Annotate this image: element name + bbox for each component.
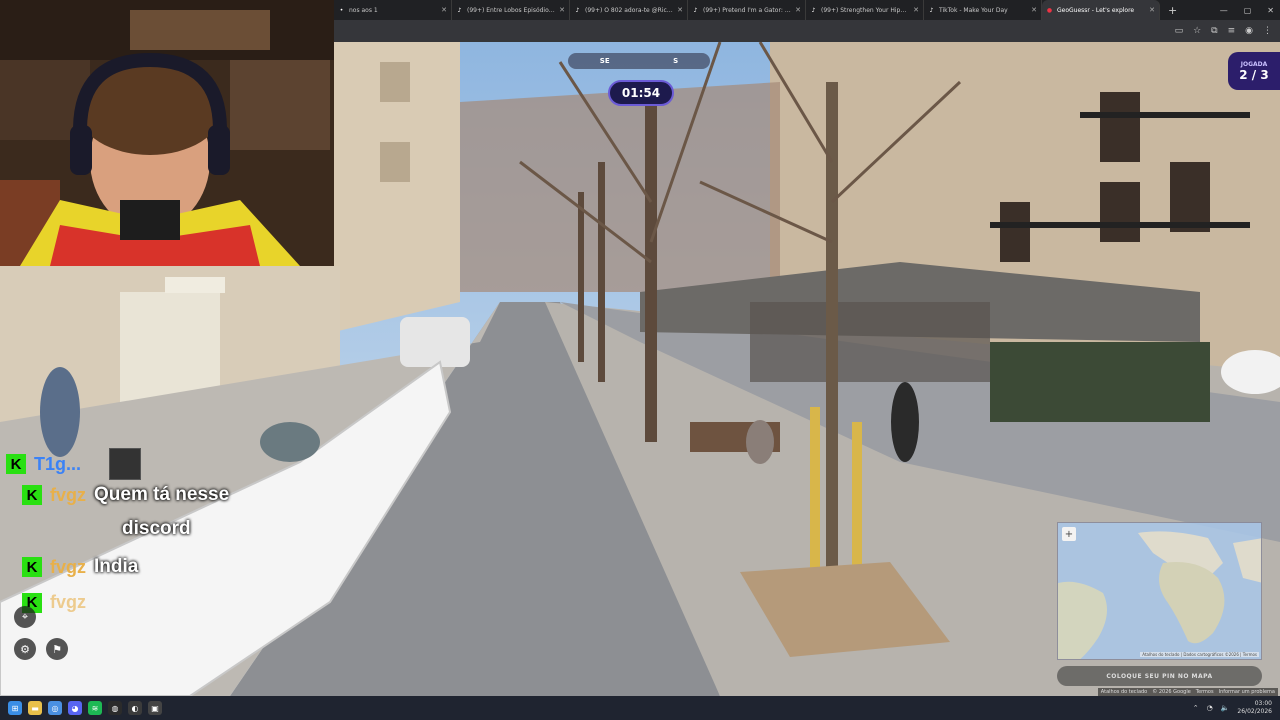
compass-bar: SE S: [568, 53, 710, 69]
close-tab-icon[interactable]: ✕: [677, 6, 683, 14]
browser-tab-active[interactable]: ● GeoGuessr - Let's explore ✕: [1042, 0, 1160, 20]
chat-text: Quem tá nesse: [94, 484, 230, 505]
guess-button[interactable]: COLOQUE SEU PIN NO MAPA: [1057, 666, 1262, 686]
legal-link[interactable]: Informar um problema: [1219, 689, 1275, 695]
chat-username: fvgz: [50, 484, 86, 505]
system-clock[interactable]: 03:00 26/02/2026: [1237, 700, 1272, 716]
browser-tab[interactable]: • nos aos 1 ✕: [334, 0, 452, 20]
browser-toolbar: ▭ ☆ ⧉ ≡ ◉ ⋮: [334, 20, 1280, 42]
close-tab-icon[interactable]: ✕: [559, 6, 565, 14]
close-tab-icon[interactable]: ✕: [1149, 6, 1155, 14]
close-tab-icon[interactable]: ✕: [795, 6, 801, 14]
chevron-up-icon[interactable]: ⌃: [1193, 704, 1199, 712]
round-counter: JOGADA 2 / 3: [1228, 52, 1280, 90]
geoguessr-icon: ●: [1046, 6, 1053, 14]
kick-badge-icon: K: [22, 485, 42, 505]
minimize-icon[interactable]: —: [1220, 6, 1228, 15]
tab-title: GeoGuessr - Let's explore: [1057, 6, 1135, 14]
legal-link[interactable]: Termos: [1196, 689, 1214, 695]
maximize-icon[interactable]: ▢: [1244, 6, 1252, 15]
volume-icon[interactable]: 🔈: [1221, 704, 1230, 712]
tiktok-icon: ♪: [693, 6, 698, 14]
taskbar-apps: ⊞ ▬ ◎ ◕ ≋ ◍ ◐ ▣: [0, 701, 162, 715]
cast-icon[interactable]: ▭: [1175, 26, 1184, 36]
browser-tab[interactable]: ♪ (99+) O 802 adora-te @RicFazer ✕: [570, 0, 688, 20]
round-timer: 01:54: [608, 80, 674, 106]
tiktok-icon: ♪: [811, 6, 816, 14]
legal-link: © 2026 Google: [1152, 689, 1191, 695]
network-icon[interactable]: ◔: [1207, 704, 1213, 712]
minimap-graphic: [1058, 523, 1261, 659]
tab-title: TikTok - Make Your Day: [939, 6, 1008, 14]
chat-message: K fvgz Quem tá nesse: [22, 484, 229, 506]
chat-text: India: [94, 556, 139, 577]
start-icon[interactable]: ⊞: [8, 701, 22, 715]
chrome-icon[interactable]: ◎: [48, 701, 62, 715]
menu-icon[interactable]: ⋮: [1263, 26, 1272, 36]
settings-gear-icon[interactable]: ⚙: [14, 638, 36, 660]
browser-tab[interactable]: ♪ (99+) Pretend I'm a Gator: Fun ✕: [688, 0, 806, 20]
media-icon[interactable]: ≡: [1228, 26, 1236, 36]
chat-message: discord: [122, 518, 191, 540]
tab-title: (99+) Entre Lobos Episódio 22: [467, 6, 556, 14]
chat-message: K T1g...: [6, 448, 142, 480]
compass-label: S: [673, 57, 679, 65]
flag-icon[interactable]: ⚑: [46, 638, 68, 660]
app-icon[interactable]: ▣: [148, 701, 162, 715]
map-zoom-in-button[interactable]: +: [1062, 527, 1076, 541]
close-tab-icon[interactable]: ✕: [441, 6, 447, 14]
tiktok-icon: ♪: [457, 6, 462, 14]
browser-tab[interactable]: ♪ TikTok - Make Your Day ✕: [924, 0, 1042, 20]
compass-label: SE: [599, 57, 610, 65]
system-tray: ⌃ ◔ 🔈 03:00 26/02/2026: [1193, 700, 1280, 716]
close-window-icon[interactable]: ✕: [1267, 6, 1274, 15]
legal-link[interactable]: Atalhos do teclado: [1101, 689, 1147, 695]
bookmark-star-icon[interactable]: ☆: [1193, 26, 1201, 36]
round-value: 2 / 3: [1239, 67, 1269, 82]
chat-message: K fvgz India: [22, 556, 138, 578]
location-pin-icon[interactable]: ⌖: [14, 606, 36, 628]
window-controls: — ▢ ✕: [1220, 0, 1274, 20]
close-tab-icon[interactable]: ✕: [913, 6, 919, 14]
chat-username: fvgz: [50, 556, 86, 577]
browser-tab[interactable]: ♪ (99+) Strengthen Your Hips, Kn ✕: [806, 0, 924, 20]
guess-minimap[interactable]: + Atalhos do teclado | Dados cartográfic…: [1057, 522, 1262, 660]
tiktok-icon: ♪: [575, 6, 580, 14]
clock-date: 26/02/2026: [1237, 708, 1272, 715]
obs-icon[interactable]: ◍: [108, 701, 122, 715]
legal-links: Atalhos do teclado © 2026 Google Termos …: [1097, 688, 1278, 696]
extensions-icon[interactable]: ⧉: [1211, 26, 1217, 36]
kick-badge-icon: K: [22, 557, 42, 577]
close-tab-icon[interactable]: ✕: [1031, 6, 1037, 14]
webcam-overlay: [0, 0, 334, 266]
kick-badge-icon: K: [6, 454, 26, 474]
discord-icon[interactable]: ◕: [68, 701, 82, 715]
spotify-icon[interactable]: ≋: [88, 701, 102, 715]
browser-tab-strip: • nos aos 1 ✕ ♪ (99+) Entre Lobos Episód…: [334, 0, 1280, 20]
chat-avatar: [109, 448, 142, 480]
tab-title: nos aos 1: [349, 6, 378, 14]
steam-icon[interactable]: ◐: [128, 701, 142, 715]
round-label: JOGADA: [1240, 60, 1268, 68]
browser-tab[interactable]: ♪ (99+) Entre Lobos Episódio 22 ✕: [452, 0, 570, 20]
map-attribution: Atalhos do teclado | Dados cartográficos…: [1140, 652, 1259, 657]
tab-title: (99+) Strengthen Your Hips, Kn: [821, 6, 910, 14]
screen: • nos aos 1 ✕ ♪ (99+) Entre Lobos Episód…: [0, 0, 1280, 720]
chat-text: discord: [122, 518, 191, 539]
webcam-graphic: [0, 0, 334, 266]
tab-title: (99+) O 802 adora-te @RicFazer: [585, 6, 674, 14]
profile-icon[interactable]: ◉: [1245, 26, 1253, 36]
tab-title: (99+) Pretend I'm a Gator: Fun: [703, 6, 792, 14]
clock-time: 03:00: [1254, 700, 1272, 707]
file-explorer-icon[interactable]: ▬: [28, 701, 42, 715]
tab-favicon: •: [339, 6, 344, 14]
chat-username: T1g...: [34, 453, 82, 474]
tiktok-icon: ♪: [929, 6, 934, 14]
chat-username: fvgz: [50, 592, 86, 612]
windows-taskbar: ⊞ ▬ ◎ ◕ ≋ ◍ ◐ ▣ ⌃ ◔ 🔈 03:00 26/02/2026: [0, 696, 1280, 720]
new-tab-button[interactable]: +: [1160, 4, 1185, 17]
